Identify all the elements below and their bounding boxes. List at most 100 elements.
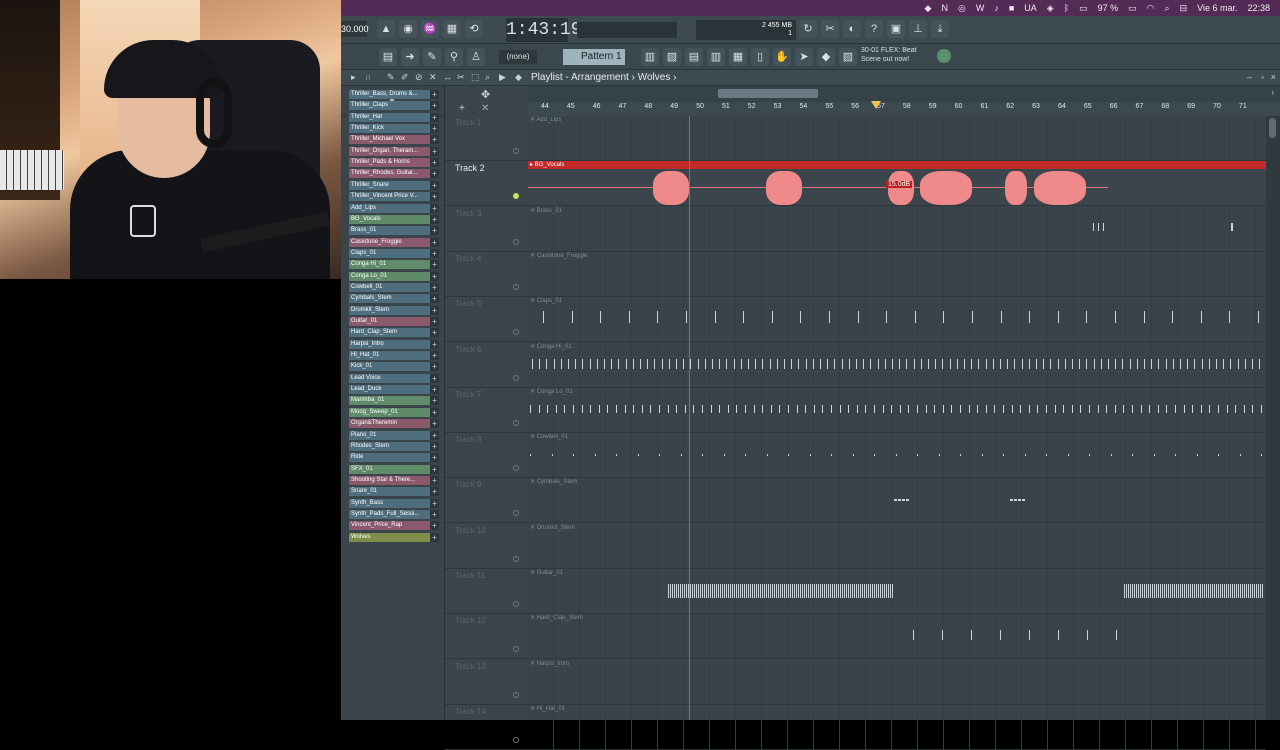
clip-item[interactable]: Synth_Bass + (349, 498, 439, 508)
add-icon[interactable]: + (430, 124, 439, 134)
clip-item[interactable]: BG_Vocals + (349, 214, 439, 224)
clip-item[interactable]: Cowbell_01 + (349, 282, 439, 292)
add-icon[interactable]: + (430, 271, 439, 281)
bar-number[interactable]: 62 (1006, 103, 1014, 110)
horizontal-scrollbar[interactable] (718, 89, 818, 98)
playlist-menu-icon[interactable]: ▸ (351, 72, 356, 83)
clip-item[interactable]: Thriller_Rhodes, Guitar... + (349, 169, 439, 179)
download-icon[interactable]: ⤓ (931, 20, 949, 38)
bar-number[interactable]: 63 (1032, 103, 1040, 110)
channel-rack-icon[interactable]: ▥ (641, 48, 659, 66)
pattern-icon[interactable]: ◆ (817, 48, 835, 66)
clip-item[interactable]: Kick_01 + (349, 362, 439, 372)
clip-item[interactable]: Vincent_Price_Rap + (349, 521, 439, 531)
clip-item[interactable]: Ride + (349, 453, 439, 463)
add-icon[interactable]: + (430, 226, 439, 236)
track-lane[interactable]: 15.0dB ▸ BG_Vocals (528, 161, 1266, 207)
song-position-display[interactable]: 1:43:19 (506, 18, 582, 42)
display-icon[interactable]: ▭ (1079, 0, 1088, 16)
clip-item[interactable]: Snare_01 + (349, 487, 439, 497)
track-lane[interactable]: ✕ Cowbell_01 (528, 433, 1266, 479)
add-icon[interactable]: + (430, 248, 439, 258)
clip-item[interactable]: Claps_01 + (349, 248, 439, 258)
menubar-icon[interactable]: N (941, 0, 948, 16)
track-mute-led[interactable] (513, 465, 519, 472)
clip-item[interactable]: Thriller_Bass, Drums &... + (349, 90, 439, 99)
menubar-icon[interactable]: ♪ (994, 0, 999, 16)
bar-number[interactable]: 44 (541, 103, 549, 110)
cursor-icon[interactable]: ➤ (795, 48, 813, 66)
clip-item[interactable]: SFX_01 + (349, 464, 439, 474)
track-mute-led[interactable] (513, 736, 519, 743)
add-icon[interactable]: + (430, 498, 439, 508)
clip-item[interactable]: Conga Hi_01 + (349, 260, 439, 270)
add-icon[interactable]: + (430, 419, 439, 429)
track-header[interactable]: Track 1 (445, 116, 528, 161)
add-track-icon[interactable]: + (459, 103, 465, 114)
add-icon[interactable]: + (430, 192, 439, 202)
wait-icon[interactable]: ◉ (399, 20, 417, 38)
save-icon[interactable]: ▣ (887, 20, 905, 38)
bar-number[interactable]: 65 (1084, 103, 1092, 110)
tempo-display[interactable]: 30.000 (341, 21, 369, 37)
add-icon[interactable]: + (430, 146, 439, 156)
playlist-lanes[interactable]: ✕ Add_Lips 15.0dB ▸ BG_Vocals ✕ Brass_01 ✕ C… (528, 116, 1266, 750)
track-header[interactable]: Track 8 (445, 433, 528, 479)
track-lane[interactable]: ✕ Conga Hi_01 (528, 342, 1266, 388)
clip-item[interactable]: Shooting Star & There... + (349, 475, 439, 485)
metronome-icon[interactable]: ▲ (377, 20, 395, 38)
add-icon[interactable]: + (430, 214, 439, 224)
clip-item[interactable]: Rhodes_Stem + (349, 441, 439, 451)
clip-item[interactable]: Marimba_01 + (349, 396, 439, 406)
add-icon[interactable]: + (430, 441, 439, 451)
bar-number[interactable]: 66 (1110, 103, 1118, 110)
clip-item[interactable]: Brass_01 + (349, 226, 439, 236)
touch-icon[interactable]: ✋ (773, 48, 791, 66)
move-icon[interactable]: ✥ (481, 88, 490, 101)
bar-number[interactable]: 52 (748, 103, 756, 110)
zoom-icon[interactable]: ⌕ (485, 72, 490, 83)
add-icon[interactable]: + (430, 169, 439, 179)
add-icon[interactable]: + (430, 521, 439, 531)
bar-number[interactable]: 47 (619, 103, 627, 110)
slip-icon[interactable]: ↔ (443, 72, 452, 82)
bar-number[interactable]: 71 (1239, 103, 1247, 110)
clip-item[interactable]: Thriller_Kick + (349, 124, 439, 134)
bar-number[interactable]: 46 (593, 103, 601, 110)
select-icon[interactable]: ⬚ (471, 72, 480, 83)
bar-number[interactable]: 49 (670, 103, 678, 110)
menubar-clock[interactable]: 22:38 (1247, 0, 1270, 16)
bluetooth-icon[interactable]: ᛒ (1064, 0, 1069, 16)
mute-icon[interactable]: ✕ (429, 72, 437, 83)
browser-icon[interactable]: ▦ (729, 48, 747, 66)
paint-icon[interactable]: ✎ (423, 48, 441, 66)
clip-item[interactable]: Thriller_Organ, Theram... + (349, 146, 439, 156)
bar-number[interactable]: 60 (955, 103, 963, 110)
add-icon[interactable]: + (430, 373, 439, 383)
add-icon[interactable]: + (430, 260, 439, 270)
add-icon[interactable]: + (430, 101, 439, 111)
brush-icon[interactable]: ✐ (401, 72, 409, 83)
countdown-icon[interactable]: ♒ (421, 20, 439, 38)
reload-icon[interactable]: ↻ (799, 20, 817, 38)
loop-record-icon[interactable]: ⟲ (465, 20, 483, 38)
help-icon[interactable]: ? (865, 20, 883, 38)
control-center-icon[interactable]: ⊟ (1180, 0, 1188, 16)
bar-number[interactable]: 50 (696, 103, 704, 110)
clip-item[interactable]: Cymbals_Stem + (349, 294, 439, 304)
track-lane[interactable]: ✕ Cymbals_Stem (528, 478, 1266, 524)
track-lane[interactable]: ✕ Hard_Clap_Stem (528, 614, 1266, 660)
clip-item[interactable]: Moog_Sweep_01 + (349, 407, 439, 417)
wifi-icon[interactable]: ◠ (1147, 0, 1155, 16)
clip-item[interactable]: Add_Lips + (349, 203, 439, 213)
track-mute-led[interactable] (513, 691, 519, 698)
slice-icon[interactable]: ✂ (457, 72, 465, 83)
menubar-icon[interactable]: ◎ (958, 0, 966, 16)
cut-icon[interactable]: ✂ (821, 20, 839, 38)
clip-item[interactable]: Thriller_Claps + (349, 101, 439, 111)
track-mute-led[interactable] (513, 148, 519, 154)
clip-item[interactable]: Harpsi_Intro + (349, 339, 439, 349)
add-icon[interactable]: + (430, 385, 439, 395)
pattern-selector[interactable]: Pattern 1 (563, 49, 625, 65)
step-edit-icon[interactable]: ▦ (443, 20, 461, 38)
